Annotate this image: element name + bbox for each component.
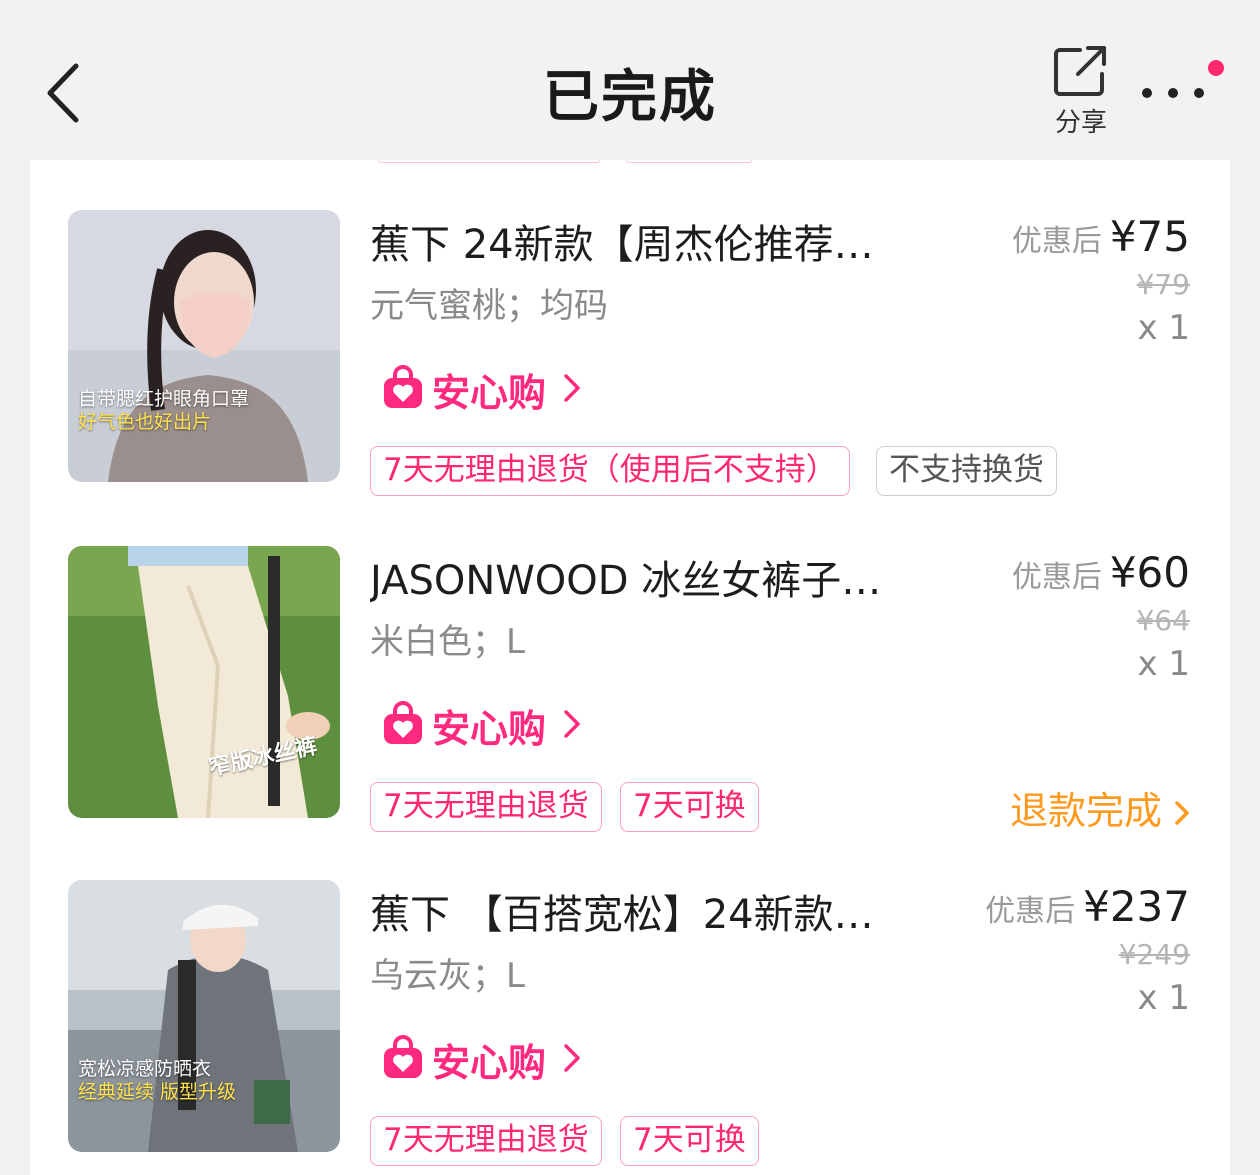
quantity: x 1 — [1137, 644, 1190, 684]
order-item[interactable]: 窄版冰丝裤 JASONWOOD 冰丝女裤子… 米白色；L 优惠后 ¥60 ¥64 … — [30, 496, 1230, 833]
chevron-right-icon — [564, 710, 580, 738]
price: ¥60 — [1109, 548, 1190, 597]
product-image[interactable]: 宽松凉感防晒衣 经典延续 版型升级 — [68, 880, 340, 1152]
product-spec: 米白色；L — [370, 622, 525, 662]
product-spec: 元气蜜桃；均码 — [370, 286, 608, 326]
share-button[interactable]: 分享 — [1046, 42, 1116, 138]
shopping-bag-heart-icon — [384, 1035, 422, 1078]
price-prefix: 优惠后 — [1011, 224, 1102, 259]
assure-buy-label: 安心购 — [432, 371, 547, 415]
image-caption: 自带腮红护眼角口罩 好气色也好出片 — [78, 388, 250, 433]
more-dot-icon — [1168, 88, 1178, 98]
share-icon — [1054, 46, 1106, 96]
return-policy-tag[interactable]: 7天无理由退货 — [370, 782, 602, 832]
shopping-bag-heart-icon — [384, 701, 422, 744]
product-photo-pants — [68, 546, 340, 818]
assure-buy-label: 安心购 — [432, 707, 547, 751]
product-title[interactable]: JASONWOOD 冰丝女裤子… — [370, 548, 950, 606]
assure-buy-label: 安心购 — [432, 1041, 547, 1085]
share-label: 分享 — [1054, 108, 1107, 138]
shopping-bag-heart-icon — [384, 365, 422, 408]
chevron-right-icon — [1175, 801, 1189, 825]
top-bar: 已完成 分享 — [0, 0, 1260, 160]
more-dot-icon — [1194, 88, 1204, 98]
price-line: 优惠后 ¥237 — [985, 882, 1190, 931]
product-photo-mask — [68, 210, 340, 482]
product-spec: 乌云灰；L — [370, 956, 525, 996]
exchange-policy-tag[interactable]: 不支持换货 — [876, 446, 1057, 496]
price-line: 优惠后 ¥60 — [1012, 548, 1190, 597]
refund-status-link[interactable]: 退款完成 — [1010, 780, 1190, 835]
price-prefix: 优惠后 — [985, 894, 1076, 929]
price: ¥75 — [1109, 212, 1190, 261]
product-title[interactable]: 蕉下 24新款【周杰伦推荐… — [370, 212, 950, 270]
notification-dot — [1208, 60, 1224, 76]
exchange-policy-tag[interactable]: 7天可换 — [620, 1116, 759, 1166]
original-price: ¥249 — [1118, 938, 1190, 971]
chevron-right-icon — [564, 1044, 580, 1072]
exchange-policy-tag[interactable]: 7天可换 — [620, 782, 759, 832]
more-dot-icon — [1142, 88, 1152, 98]
image-caption: 宽松凉感防晒衣 经典延续 版型升级 — [78, 1058, 237, 1103]
refund-status-label: 退款完成 — [1009, 789, 1162, 833]
return-policy-tag[interactable]: 7天无理由退货 — [370, 1116, 602, 1166]
product-image[interactable]: 窄版冰丝裤 — [68, 546, 340, 818]
price-prefix: 优惠后 — [1011, 560, 1102, 595]
original-price: ¥79 — [1136, 268, 1190, 301]
order-item[interactable]: 宽松凉感防晒衣 经典延续 版型升级 蕉下 【百搭宽松】24新款… 乌云灰；L 优… — [30, 830, 1230, 1166]
quantity: x 1 — [1137, 978, 1190, 1018]
chevron-right-icon — [564, 374, 580, 402]
product-photo-jacket — [68, 880, 340, 1152]
quantity: x 1 — [1137, 308, 1190, 348]
product-title[interactable]: 蕉下 【百搭宽松】24新款… — [370, 882, 950, 940]
order-card: 自带腮红护眼角口罩 好气色也好出片 蕉下 24新款【周杰伦推荐… 元气蜜桃；均码… — [30, 160, 1230, 1175]
original-price: ¥64 — [1136, 604, 1190, 637]
price-line: 优惠后 ¥75 — [1012, 212, 1190, 261]
order-item[interactable]: 自带腮红护眼角口罩 好气色也好出片 蕉下 24新款【周杰伦推荐… 元气蜜桃；均码… — [30, 160, 1230, 496]
return-policy-tag[interactable]: 7天无理由退货（使用后不支持） — [370, 446, 850, 496]
more-options-button[interactable] — [1136, 60, 1226, 110]
product-image[interactable]: 自带腮红护眼角口罩 好气色也好出片 — [68, 210, 340, 482]
price: ¥237 — [1083, 882, 1190, 931]
